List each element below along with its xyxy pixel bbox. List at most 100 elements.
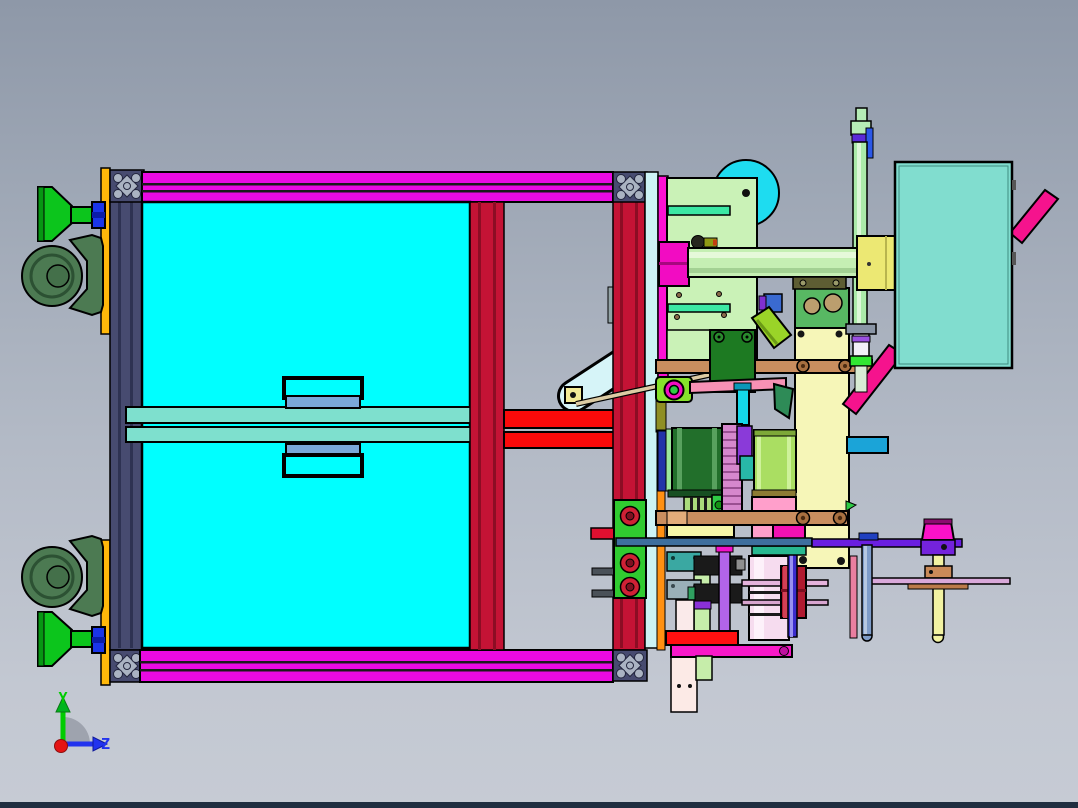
extrusion-face-top-right-hole: [626, 183, 634, 191]
frame-beam-middle: [469, 201, 505, 651]
panel-rail-upper: [125, 406, 473, 424]
rail-ring-bolt-core: [837, 515, 843, 521]
motor-b-stripe: [757, 430, 761, 492]
motor-b-cap: [753, 429, 797, 437]
motor-b-base: [751, 489, 797, 498]
leveler-stem-lower: [70, 630, 94, 648]
arm-bar-cyan: [846, 436, 889, 454]
rail-ring-bolt-core: [800, 515, 806, 521]
triad-arc: [63, 717, 90, 744]
spindle-plate-bolt: [742, 189, 750, 197]
model-canvas[interactable]: Y Z: [0, 0, 1078, 808]
axis-z-label: Z: [101, 735, 110, 753]
door-panel: [140, 200, 472, 650]
table-bar-end: [779, 646, 789, 656]
guide-rod-highlight: [857, 143, 861, 324]
side-plate-bolt: [835, 330, 843, 338]
push-rod-cap: [733, 382, 752, 391]
frame-beam-top-slot: [142, 190, 613, 193]
leveler-nut-lower-stripe: [92, 637, 105, 643]
cross-bar-red-upper: [503, 409, 615, 429]
solenoid-a: [693, 555, 743, 576]
spindle-plate-slot-upper: [667, 205, 731, 216]
caster-hub-upper: [46, 264, 70, 288]
index-cylinder-highlight: [754, 557, 764, 639]
extrusion-face-top-left-hole: [113, 173, 123, 183]
pointer-green: [845, 500, 858, 512]
frame-beam-middle-slot: [493, 202, 496, 650]
drive-shaft-shadow: [689, 268, 859, 273]
extrusion-face-bottom-right-hole: [626, 661, 634, 670]
extrusion-face-top-left-hole: [113, 189, 123, 199]
shaft-hub-dot: [867, 262, 871, 266]
rod-ring-purple: [851, 335, 871, 343]
support-beam-diagonal-upper: [1008, 188, 1060, 245]
cad-viewport[interactable]: Y Z: [0, 0, 1078, 808]
door-handle-lower-plate: [282, 453, 364, 478]
table-disc-wide: [867, 577, 1011, 585]
table-disc-teal: [751, 545, 807, 556]
mount-ring-core: [625, 558, 635, 568]
stop-red: [590, 527, 615, 540]
rail-ring-bolt-core: [801, 364, 805, 368]
rod-bracket: [845, 323, 877, 335]
lift-rod-base-dot: [688, 684, 692, 688]
extrusion-face-bottom-left-hole: [113, 669, 123, 679]
drive-shaft-highlight: [689, 252, 859, 258]
frame-beam-left-slot: [130, 202, 133, 648]
shaft-hub-yellow-line: [885, 236, 887, 290]
guide-rod-cap: [855, 107, 868, 123]
door-handle-upper-grip: [285, 395, 361, 409]
valve-blue-edge: [758, 295, 767, 311]
control-box-notch: [1012, 252, 1016, 265]
caster-hub-lower: [46, 565, 70, 589]
knob-top: [923, 518, 953, 525]
plate-dot: [721, 312, 727, 318]
knob-magenta: [920, 521, 956, 541]
rod-ring-green: [849, 355, 873, 367]
frame-beam-top-slot: [142, 183, 613, 186]
extrusion-face-bottom-right-hole: [616, 668, 626, 679]
extrusion-face-bottom-right-hole: [616, 652, 626, 663]
slide-bar-cap: [858, 532, 879, 541]
plate-dot: [716, 291, 722, 297]
sensor-cap-hole: [832, 279, 840, 287]
knob-base-dot: [941, 544, 947, 550]
mount-tab: [591, 589, 617, 598]
rod-stub: [854, 365, 868, 393]
axis-y-label: Y: [58, 689, 67, 707]
solenoid-b: [693, 583, 743, 604]
cross-bar-red-lower: [503, 431, 615, 449]
spindle-collar-dot: [929, 570, 933, 574]
side-plate-bolt: [797, 330, 805, 338]
extrusion-face-bottom-left-hole: [113, 653, 123, 663]
extrusion-face-top-right-hole: [616, 190, 626, 200]
grease-screw-tip: [713, 239, 717, 246]
machine-assembly: [0, 107, 1078, 808]
pivot-center: [668, 384, 680, 396]
swing-arm-pad-dot: [570, 392, 576, 398]
column-block-teal: [739, 455, 755, 481]
leveler-foot-lower-edge: [37, 611, 45, 667]
table-bar-magenta: [670, 644, 793, 658]
rail-ring-bolt-core: [843, 364, 847, 368]
mount-tab: [591, 567, 617, 576]
table-hub-copper: [907, 583, 969, 590]
gear-box-bolt-dot: [717, 335, 721, 339]
slide-bar-steel: [615, 537, 813, 547]
foot-cylinder-green: [695, 655, 713, 681]
motor-a-stripe: [677, 428, 682, 492]
solenoid-a-port: [735, 558, 746, 571]
knob-base-purple: [920, 539, 956, 556]
frame-beam-bottom-slot: [140, 661, 613, 664]
extrusion-face-top-right-hole: [616, 174, 626, 184]
cross-rail-lower-segment: [666, 510, 688, 526]
strip-pink: [849, 555, 858, 639]
guide-rod-steel-core: [864, 546, 867, 634]
solenoid-b-fitting: [687, 586, 696, 601]
push-rod-cyan: [736, 385, 750, 426]
frame-beam-left: [109, 199, 143, 651]
control-box-notch: [1012, 180, 1016, 190]
frame-beam-top: [141, 171, 614, 203]
leveler-nut-upper-stripe: [92, 212, 105, 218]
